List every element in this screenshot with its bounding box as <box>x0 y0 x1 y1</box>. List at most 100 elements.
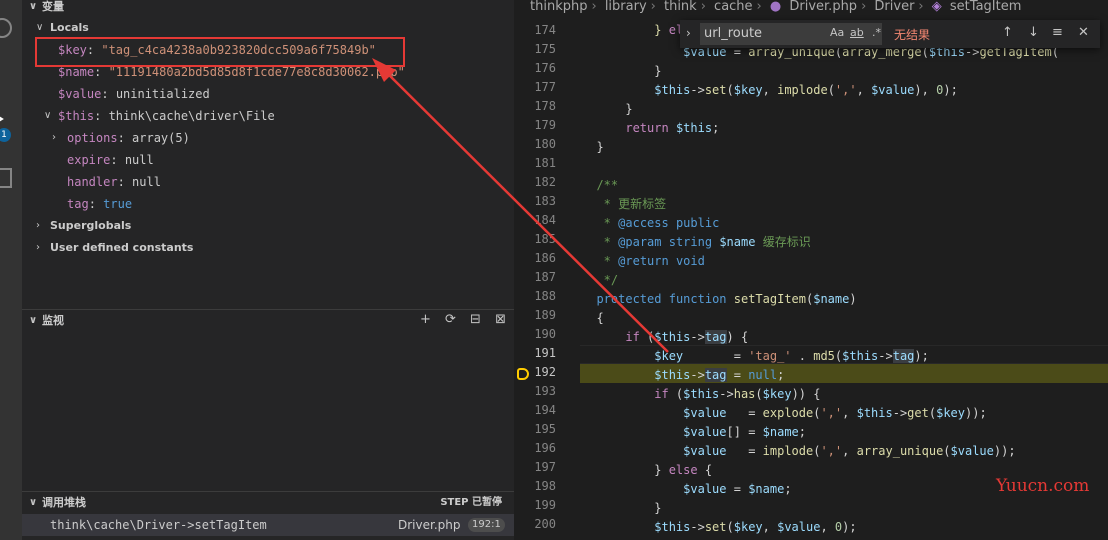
whole-word-toggle[interactable]: ab <box>850 26 864 39</box>
breadcrumb-item[interactable]: Driver.php <box>789 0 857 14</box>
code-editor: thinkphp › library › think › cache › ● Drive… <box>514 0 1108 540</box>
line-number[interactable]: 178 <box>514 97 556 116</box>
regex-toggle[interactable]: .* <box>872 26 881 39</box>
code-line: */ <box>596 273 619 287</box>
breadcrumb-item[interactable]: cache <box>714 0 753 14</box>
search-icon[interactable] <box>0 18 12 38</box>
line-number[interactable]: 187 <box>514 268 556 287</box>
property-value: array(5) <box>132 131 190 145</box>
line-number[interactable]: 198 <box>514 477 556 496</box>
stack-frame-name: think\cache\Driver->setTagItem <box>50 518 267 532</box>
code-line: } <box>582 501 662 515</box>
breadcrumb-item[interactable]: library <box>605 0 647 14</box>
code-line: $value = explode(',', $this->get($key)); <box>683 406 987 420</box>
variables-section-header[interactable]: ∨ 变量 <box>22 0 514 18</box>
code-line: * @return void <box>596 254 705 268</box>
annotation-highlight-box <box>35 37 405 67</box>
breadcrumb-item[interactable]: Driver <box>874 0 914 14</box>
chevron-right-icon: › <box>52 132 56 143</box>
property-row[interactable]: tag: true <box>22 193 514 215</box>
variable-row[interactable]: $value: uninitialized <box>22 83 514 105</box>
step-status: STEP 已暂停 <box>440 497 502 508</box>
line-number[interactable]: 192 <box>514 363 556 382</box>
line-number[interactable]: 199 <box>514 496 556 515</box>
line-number[interactable]: 184 <box>514 211 556 230</box>
find-in-selection-icon[interactable]: ≡ <box>1052 25 1063 40</box>
locals-label: Locals <box>50 21 89 34</box>
activity-bar: 1 <box>0 0 22 540</box>
code-line: $value = implode(',', array_unique($valu… <box>683 444 1016 458</box>
breadcrumb-item[interactable]: thinkphp <box>530 0 587 14</box>
variable-value: think\cache\driver\File <box>108 109 275 123</box>
watch-title: 监视 <box>42 314 64 327</box>
variable-name: $this <box>58 109 95 123</box>
code-line: * 更新标签 <box>596 197 667 211</box>
line-number[interactable]: 176 <box>514 59 556 78</box>
php-file-icon: ● <box>769 0 782 14</box>
previous-match-icon[interactable]: ↑ <box>1002 25 1013 40</box>
line-number[interactable]: 174 <box>514 21 556 40</box>
chevron-down-icon: ∨ <box>36 22 44 33</box>
refresh-icon[interactable]: ⟳ <box>445 312 456 327</box>
extensions-icon[interactable] <box>0 168 12 188</box>
chevron-down-icon: ∨ <box>29 497 38 508</box>
user-constants-scope[interactable]: › User defined constants <box>22 237 514 259</box>
code-line: if ($this->has($key)) { <box>654 387 821 401</box>
line-number[interactable]: 185 <box>514 230 556 249</box>
line-number[interactable]: 182 <box>514 173 556 192</box>
code-line: return $this; <box>625 121 720 135</box>
property-name: tag <box>67 197 89 211</box>
stack-frame-file: Driver.php <box>398 518 461 532</box>
find-widget: › url_route Aa ab .* 无结果 ↑ ↓ ≡ ✕ <box>680 20 1100 48</box>
line-number[interactable]: 177 <box>514 78 556 97</box>
debug-badge: 1 <box>0 128 11 142</box>
line-number[interactable]: 197 <box>514 458 556 477</box>
line-number[interactable]: 180 <box>514 135 556 154</box>
line-number[interactable]: 190 <box>514 325 556 344</box>
collapse-all-icon[interactable]: ⊟ <box>470 312 481 327</box>
line-number[interactable]: 194 <box>514 401 556 420</box>
breadcrumb-item[interactable]: setTagItem <box>950 0 1021 14</box>
property-row[interactable]: › options: array(5) <box>22 127 514 149</box>
match-case-toggle[interactable]: Aa <box>830 26 844 39</box>
stack-frame[interactable]: think\cache\Driver->setTagItem Driver.ph… <box>22 514 514 536</box>
property-row[interactable]: expire: null <box>22 149 514 171</box>
user-constants-label: User defined constants <box>50 241 194 254</box>
variable-row[interactable]: ∨ $this: think\cache\driver\File <box>22 105 514 127</box>
debug-sidebar: ∨ 变量 ∨ Locals $key: "tag_c4ca4238a0b9238… <box>22 0 514 540</box>
close-icon[interactable]: ✕ <box>1078 25 1089 40</box>
locals-scope[interactable]: ∨ Locals <box>22 17 514 39</box>
remove-all-icon[interactable]: ⊠ <box>495 312 506 327</box>
property-value: true <box>103 197 133 211</box>
line-number[interactable]: 181 <box>514 154 556 173</box>
line-number[interactable]: 175 <box>514 40 556 59</box>
property-value: null <box>124 153 154 167</box>
variable-value: "11191480a2bd5d85d8f1cde77e8c8d30062.php… <box>108 65 405 79</box>
line-number[interactable]: 179 <box>514 116 556 135</box>
variables-title: 变量 <box>42 0 64 13</box>
chevron-right-icon[interactable]: › <box>686 26 691 40</box>
line-number[interactable]: 188 <box>514 287 556 306</box>
callstack-title: 调用堆栈 <box>42 496 86 509</box>
line-number[interactable]: 193 <box>514 382 556 401</box>
code-line: } <box>582 64 662 78</box>
property-row[interactable]: handler: null <box>22 171 514 193</box>
line-number[interactable]: 200 <box>514 515 556 534</box>
line-number[interactable]: 183 <box>514 192 556 211</box>
next-match-icon[interactable]: ↓ <box>1028 25 1039 40</box>
line-number[interactable]: 189 <box>514 306 556 325</box>
superglobals-scope[interactable]: › Superglobals <box>22 215 514 237</box>
line-number[interactable]: 191 <box>514 344 556 363</box>
add-expression-icon[interactable]: + <box>420 312 431 327</box>
code-line: if ($this->tag) { <box>625 330 749 344</box>
callstack-section-header[interactable]: ∨ 调用堆栈 STEP 已暂停 <box>22 492 514 514</box>
code-line: * @access public <box>596 216 720 230</box>
variable-name: $value <box>58 87 102 101</box>
chevron-down-icon: ∨ <box>29 1 38 12</box>
line-number[interactable]: 186 <box>514 249 556 268</box>
line-number[interactable]: 196 <box>514 439 556 458</box>
line-number[interactable]: 195 <box>514 420 556 439</box>
code-line: } else { <box>582 463 713 477</box>
breadcrumb-item[interactable]: think <box>664 0 697 14</box>
watch-toolbar: + ⟳ ⊟ ⊠ <box>410 312 506 330</box>
